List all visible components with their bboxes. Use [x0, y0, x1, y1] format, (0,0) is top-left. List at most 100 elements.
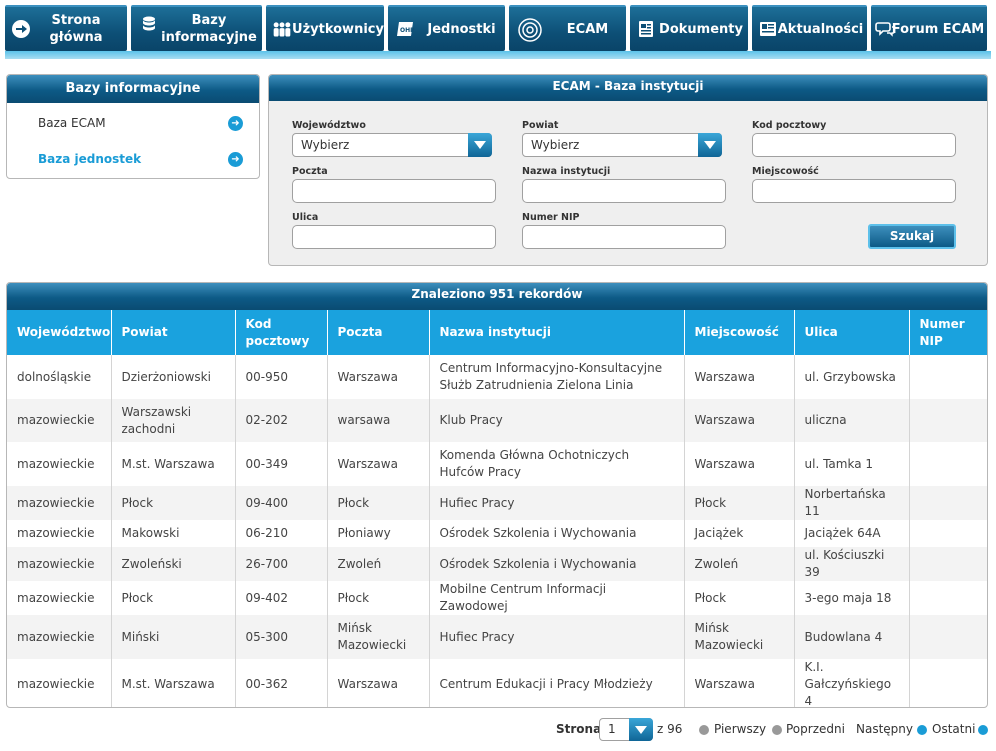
miejscowosc-input[interactable] [752, 179, 956, 203]
table-cell: 3-ego maja 18 [794, 581, 910, 615]
powiat-label: Powiat [522, 120, 559, 131]
table-row[interactable]: mazowieckie Płock 09-402 Płock Mobilne Centr… [7, 581, 987, 615]
column-header[interactable]: Poczta [327, 310, 430, 355]
table-cell: Komenda Główna Ochotniczych Hufców Pracy [429, 442, 685, 486]
nav-item-ecam[interactable]: ECAM [509, 5, 626, 51]
arrow-right-icon[interactable]: ➜ [228, 116, 243, 131]
sidebar-item-ecam[interactable]: Baza ECAM [38, 116, 106, 130]
nav-item-news[interactable]: Aktualności [752, 5, 867, 51]
poczta-input[interactable] [292, 179, 496, 203]
table-cell: mazowieckie [7, 615, 112, 659]
table-cell: Centrum Informacyjno-Konsultacyjne Służb… [429, 355, 685, 399]
table-cell: Zwoleń [327, 547, 430, 581]
column-header[interactable]: Kod pocztowy [235, 310, 328, 355]
first-page-link[interactable]: Pierwszy [714, 722, 766, 736]
table-cell: Warszawa [327, 355, 430, 399]
nav-label: Forum ECAM [891, 21, 985, 37]
results-panel: Znaleziono 951 rekordów Województwo Powia… [6, 282, 988, 708]
nav-item-documents[interactable]: Dokumenty [630, 5, 748, 51]
table-row[interactable]: dolnośląskie Dzierżoniowski 00-950 Warszawa… [7, 355, 987, 399]
ohp-logo-icon: OHP [397, 22, 415, 36]
table-cell [909, 547, 987, 581]
table-cell: Ośrodek Szkolenia i Wychowania [429, 547, 685, 581]
table-cell [909, 355, 987, 399]
table-row[interactable]: mazowieckie Miński 05-300 Mińsk Mazowiecki H… [7, 615, 987, 659]
column-header[interactable]: Powiat [111, 310, 236, 355]
table-cell: Norbertańska 11 [794, 486, 910, 520]
nazwa-instytucji-input[interactable] [522, 179, 726, 203]
table-cell: 09-400 [235, 486, 328, 520]
table-cell: Hufiec Pracy [429, 486, 685, 520]
document-icon [639, 21, 653, 37]
table-cell: Mińsk Mazowiecki [327, 615, 430, 659]
table-cell: mazowieckie [7, 581, 112, 615]
next-page-icon[interactable] [917, 725, 927, 735]
column-header[interactable]: Miejscowość [684, 310, 795, 355]
nav-item-home[interactable]: Strona główna [5, 5, 127, 51]
table-cell: Mobilne Centrum Informacji Zawodowej [429, 581, 685, 615]
column-header[interactable]: Ulica [794, 310, 910, 355]
arrow-right-icon[interactable]: ➜ [228, 152, 243, 167]
sidebar-item-units[interactable]: Baza jednostek [38, 152, 141, 166]
last-page-icon[interactable] [978, 725, 988, 735]
table-cell: Płock [111, 486, 236, 520]
table-row[interactable]: mazowieckie Makowski 06-210 Płoniawy Ośrodek… [7, 520, 987, 547]
search-form-title: ECAM - Baza instytucji [269, 75, 987, 101]
svg-text:OHP: OHP [400, 27, 415, 34]
column-header[interactable]: Nazwa instytucji [429, 310, 685, 355]
table-cell: Płock [684, 581, 795, 615]
table-cell: Warszawa [684, 659, 795, 707]
table-cell [909, 486, 987, 520]
table-cell: ul. Kościuszki 39 [794, 547, 910, 581]
table-cell: mazowieckie [7, 547, 112, 581]
chevron-down-icon[interactable] [629, 718, 653, 741]
next-page-link[interactable]: Następny [856, 722, 913, 736]
nav-label: Aktualności [777, 21, 864, 37]
table-row[interactable]: mazowieckie M.st. Warszawa 00-349 Warszawa K… [7, 442, 987, 486]
prev-page-link[interactable]: Poprzedni [786, 722, 845, 736]
search-button[interactable]: Szukaj [868, 224, 956, 249]
table-cell: mazowieckie [7, 520, 112, 547]
table-cell: warsawa [327, 399, 430, 442]
nav-item-units[interactable]: OHP Jednostki [388, 5, 505, 51]
users-icon [273, 22, 291, 37]
table-cell: Zwoleń [684, 547, 795, 581]
results-table: Województwo Powiat Kod pocztowy Poczta Nazwa… [7, 310, 987, 707]
nav-item-databases[interactable]: Bazy informacyjne [131, 5, 262, 51]
page-select[interactable]: 1 [599, 718, 653, 741]
column-header[interactable]: Numer NIP [909, 310, 987, 355]
table-cell: Miński [111, 615, 236, 659]
table-cell: Warszawski zachodni [111, 399, 236, 442]
nav-item-forum[interactable]: Forum ECAM [871, 5, 987, 51]
nav-label: Strona główna [49, 13, 103, 45]
database-icon [143, 16, 155, 31]
table-cell: Płock [684, 486, 795, 520]
kod-pocztowy-input[interactable] [752, 133, 956, 157]
page-total: z 96 [657, 722, 683, 736]
last-page-link[interactable]: Ostatni [932, 722, 975, 736]
table-cell [909, 399, 987, 442]
nav-accent-bar [5, 51, 991, 59]
table-cell: M.st. Warszawa [111, 659, 236, 707]
column-header[interactable]: Województwo [7, 310, 112, 355]
chevron-down-icon[interactable] [698, 133, 722, 157]
table-cell: ul. Grzybowska [794, 355, 910, 399]
nav-item-users[interactable]: Użytkownicy [266, 5, 384, 51]
table-cell: M.st. Warszawa [111, 442, 236, 486]
table-cell: 05-300 [235, 615, 328, 659]
table-cell: 26-700 [235, 547, 328, 581]
table-cell: Makowski [111, 520, 236, 547]
numer-nip-input[interactable] [522, 225, 726, 249]
table-cell: Płoniawy [327, 520, 430, 547]
powiat-select[interactable]: Wybierz [522, 133, 722, 157]
table-cell: 06-210 [235, 520, 328, 547]
table-row[interactable]: mazowieckie Zwoleński 26-700 Zwoleń Ośrodek … [7, 547, 987, 581]
wojewodztwo-select[interactable]: Wybierz [292, 133, 492, 157]
chevron-down-icon[interactable] [468, 133, 492, 157]
ulica-input[interactable] [292, 225, 496, 249]
table-row[interactable]: mazowieckie Warszawski zachodni 02-202 wars… [7, 399, 987, 442]
table-row[interactable]: mazowieckie Płock 09-400 Płock Hufiec Pracy P… [7, 486, 987, 520]
table-cell: dolnośląskie [7, 355, 112, 399]
wojewodztwo-label: Województwo [292, 120, 366, 131]
table-row[interactable]: mazowieckie M.st. Warszawa 00-362 Warszawa C… [7, 659, 987, 707]
